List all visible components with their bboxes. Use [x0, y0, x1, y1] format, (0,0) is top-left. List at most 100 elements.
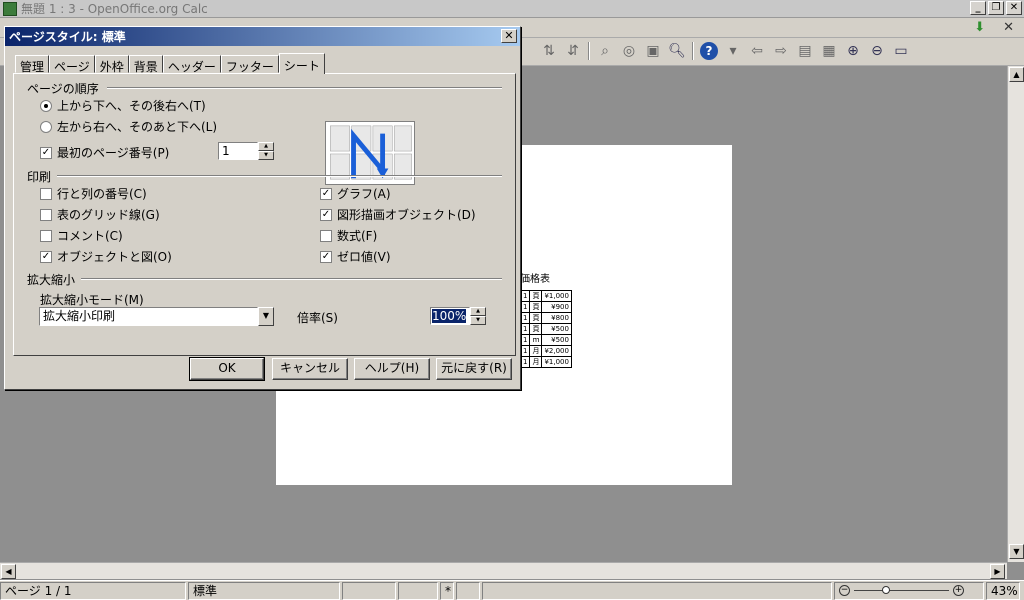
print-heading: 印刷	[27, 170, 52, 184]
full-screen-icon[interactable]: ▭	[892, 42, 910, 60]
print-checkbox-right-0[interactable]: ✓	[320, 187, 332, 200]
table-row: 1 頁 ¥800	[519, 312, 572, 324]
help-icon[interactable]: ?	[700, 42, 718, 60]
sort-ascending-icon[interactable]: ⇅	[540, 42, 558, 60]
scale-factor-spinner[interactable]: 100% ▲ ▼	[430, 307, 486, 325]
print-checkbox-left-3[interactable]: ✓	[40, 250, 52, 263]
option-left-to-right[interactable]: 左から右へ、そのあと下へ(L)	[40, 118, 217, 135]
print-checkbox-left-2[interactable]	[40, 229, 52, 242]
scroll-down-icon[interactable]: ▼	[1009, 544, 1024, 559]
table-row: 1 頁 ¥1,000	[519, 290, 572, 302]
toolbar-separator	[692, 42, 694, 60]
help-button[interactable]: ヘルプ(H)	[354, 358, 430, 380]
option-top-to-bottom[interactable]: 上から下へ、その後右へ(T)	[40, 97, 206, 114]
table-cell: ¥500	[541, 323, 572, 335]
table-cell: ¥500	[541, 334, 572, 346]
tab-1[interactable]: ページ	[49, 55, 95, 74]
vertical-scrollbar[interactable]: ▲ ▼	[1007, 66, 1024, 562]
scale-factor-label: 倍率(S)	[297, 311, 338, 325]
first-page-number-option[interactable]: ✓ 最初のページ番号(P)	[40, 144, 169, 161]
scroll-right-icon[interactable]: ▶	[990, 564, 1005, 579]
first-page-number-checkbox[interactable]: ✓	[40, 146, 52, 159]
scale-mode-value[interactable]: 拡大縮小印刷	[39, 307, 258, 326]
dialog-title: ページスタイル: 標準	[9, 30, 126, 44]
print-checkbox-left-0[interactable]	[40, 187, 52, 200]
first-page-number-field[interactable]: 1	[218, 142, 258, 160]
section-divider	[81, 278, 502, 280]
reset-button[interactable]: 元に戻す(R)	[436, 358, 512, 380]
minimize-button[interactable]: _	[970, 1, 986, 15]
print-option-right-0[interactable]: ✓ グラフ(A)	[320, 185, 391, 202]
sort-descending-icon[interactable]: ⇵	[564, 42, 582, 60]
print-option-label: オブジェクトと図(O)	[57, 250, 172, 264]
calc-app-icon	[3, 1, 17, 16]
dialog-titlebar: ページスタイル: 標準	[5, 27, 520, 46]
zoom-out-icon[interactable]: ⊖	[868, 42, 886, 60]
print-option-left-2[interactable]: コメント(C)	[40, 227, 123, 244]
spin-up-icon[interactable]: ▲	[470, 307, 486, 316]
scroll-left-icon[interactable]: ◀	[1, 564, 16, 579]
ok-button[interactable]: OK	[189, 357, 265, 381]
tab-6[interactable]: シート	[278, 53, 325, 74]
scroll-up-icon[interactable]: ▲	[1009, 67, 1024, 82]
spin-up-icon[interactable]: ▲	[258, 142, 274, 151]
spin-down-icon[interactable]: ▼	[258, 151, 274, 160]
radio-left-to-right[interactable]	[40, 120, 52, 133]
next-page-icon[interactable]: ⇨	[772, 42, 790, 60]
statusbar-empty-2	[398, 581, 438, 600]
page-style-indicator[interactable]: 標準	[188, 581, 340, 600]
scale-factor-value: 100%	[432, 309, 467, 323]
gallery-icon[interactable]: ▣	[644, 42, 662, 60]
spin-down-icon[interactable]: ▼	[470, 316, 486, 325]
print-checkbox-right-3[interactable]: ✓	[320, 250, 332, 263]
print-option-left-0[interactable]: 行と列の番号(C)	[40, 185, 147, 202]
tab-4[interactable]: ヘッダー	[162, 55, 221, 74]
print-option-right-3[interactable]: ✓ ゼロ値(V)	[320, 248, 391, 265]
zoom-knob[interactable]	[882, 586, 890, 594]
navigator-icon[interactable]: ◎	[620, 42, 638, 60]
zoom-out-icon[interactable]: −	[839, 585, 850, 596]
print-option-left-1[interactable]: 表のグリッド線(G)	[40, 206, 160, 223]
print-option-right-1[interactable]: ✓ 図形描画オブジェクト(D)	[320, 206, 476, 223]
cancel-button[interactable]: キャンセル	[272, 358, 348, 380]
horizontal-scrollbar[interactable]: ◀ ▶	[0, 562, 1007, 579]
statusbar-empty-1	[342, 581, 396, 600]
sheet-title: 価格表	[520, 274, 550, 285]
zoom-slider[interactable]: − +	[834, 581, 984, 600]
update-download-icon[interactable]: ⬇	[974, 20, 985, 35]
zoom-in-icon[interactable]: +	[953, 585, 964, 596]
tab-2[interactable]: 外枠	[94, 55, 129, 74]
table-cell: 月	[529, 345, 543, 357]
print-checkbox-right-2[interactable]	[320, 229, 332, 242]
find-icon[interactable]: ⌕	[596, 42, 614, 60]
print-option-left-3[interactable]: ✓ オブジェクトと図(O)	[40, 248, 172, 265]
close-document-icon[interactable]: ✕	[1003, 20, 1014, 35]
page-format-icon[interactable]: ▤	[796, 42, 814, 60]
restore-button[interactable]: ❐	[988, 1, 1004, 15]
dialog-close-icon[interactable]: ✕	[501, 29, 517, 43]
radio-top-to-bottom[interactable]	[40, 99, 52, 112]
first-page-number-spinner[interactable]: 1 ▲ ▼	[218, 142, 274, 160]
print-option-right-2[interactable]: 数式(F)	[320, 227, 377, 244]
toolbar-dropdown-icon[interactable]: ▾	[724, 42, 742, 60]
scale-mode-select[interactable]: 拡大縮小印刷 ▼	[39, 307, 274, 326]
page-order-heading: ページの順序	[27, 82, 99, 96]
zoom-percent[interactable]: 43%	[986, 581, 1020, 600]
table-cell: 1	[519, 290, 531, 302]
zoom-track[interactable]	[854, 586, 949, 594]
zoom-in-icon[interactable]: ⊕	[844, 42, 862, 60]
print-checkbox-left-1[interactable]	[40, 208, 52, 221]
margins-icon[interactable]: ▦	[820, 42, 838, 60]
chevron-down-icon[interactable]: ▼	[258, 307, 274, 326]
previous-page-icon[interactable]: ⇦	[748, 42, 766, 60]
zoom-icon[interactable]: 🔍︎	[668, 42, 686, 60]
tab-0[interactable]: 管理	[15, 55, 50, 74]
table-cell: 頁	[529, 290, 543, 302]
table-cell: 1	[519, 356, 531, 368]
scale-factor-field[interactable]: 100%	[430, 307, 470, 325]
close-window-button[interactable]: ✕	[1006, 1, 1022, 15]
tab-3[interactable]: 背景	[128, 55, 163, 74]
statusbar-empty-3	[456, 581, 480, 600]
print-checkbox-right-1[interactable]: ✓	[320, 208, 332, 221]
tab-5[interactable]: フッター	[220, 55, 279, 74]
